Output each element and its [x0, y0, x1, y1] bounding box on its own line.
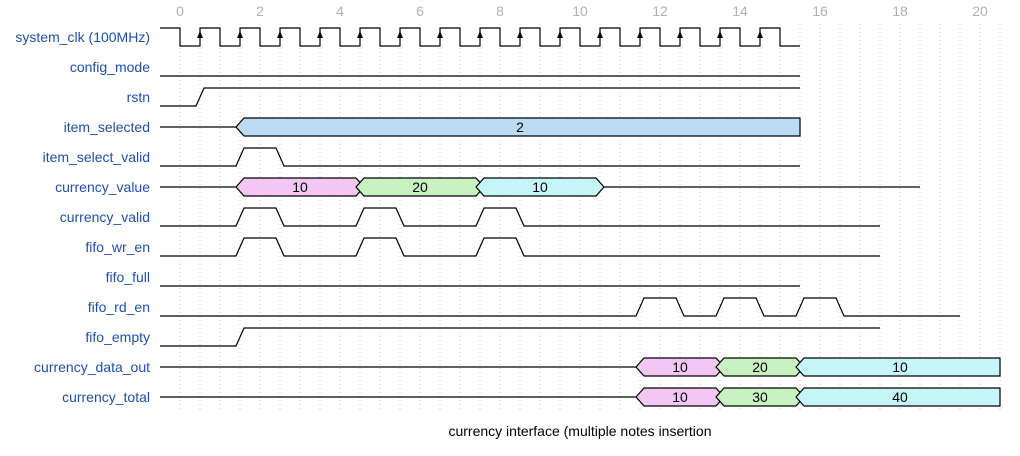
signal-label: item_select_valid — [43, 149, 150, 165]
rising-edge-arrow — [717, 31, 723, 38]
rising-edge-arrow — [437, 31, 443, 38]
time-tick-label: 16 — [812, 3, 828, 19]
bus-value-label: 10 — [672, 389, 688, 405]
signal-label: system_clk (100MHz) — [15, 29, 150, 45]
diagram-caption: currency interface (multiple notes inser… — [448, 423, 711, 439]
rising-edge-arrow — [277, 31, 283, 38]
rising-edge-arrow — [197, 31, 203, 38]
signal-row: 10 20 10 — [160, 177, 920, 197]
time-tick-label: 0 — [176, 3, 184, 19]
bus-value-label: 10 — [892, 359, 908, 375]
time-tick-label: 2 — [256, 3, 264, 19]
bit-waveform — [160, 207, 880, 227]
timing-diagram: 0 2 4 6 8 10 12 14 16 18 20 system_clk (100MHz) con… — [15, 3, 1001, 439]
bus-value-label: 20 — [412, 179, 428, 195]
rising-edge-arrow — [757, 31, 763, 38]
rising-edge-arrow — [517, 31, 523, 38]
time-grid — [179, 24, 1001, 410]
time-tick-label: 10 — [572, 3, 588, 19]
time-tick-label: 18 — [892, 3, 908, 19]
rising-edge-arrow — [477, 31, 483, 38]
time-tick-label: 8 — [496, 3, 504, 19]
signal-label: fifo_empty — [85, 329, 150, 345]
bus-value-label: 2 — [516, 119, 524, 135]
time-tick-label: 6 — [416, 3, 424, 19]
rising-edge-arrow — [557, 31, 563, 38]
bus-value-label: 10 — [292, 179, 308, 195]
signal-label: rstn — [127, 89, 150, 105]
signal-row — [160, 27, 800, 47]
rising-edge-arrow — [357, 31, 363, 38]
bus-value-label: 10 — [672, 359, 688, 375]
signal-label: fifo_rd_en — [88, 299, 150, 315]
rising-edge-arrow — [237, 31, 243, 38]
time-tick-label: 12 — [652, 3, 668, 19]
signal-label: currency_total — [62, 389, 150, 405]
time-axis: 0 2 4 6 8 10 12 14 16 18 20 — [176, 3, 988, 19]
bus-value-label: 40 — [892, 389, 908, 405]
signal-row — [160, 207, 880, 227]
signal-label: currency_value — [55, 179, 150, 195]
time-tick-label: 14 — [732, 3, 748, 19]
rising-edge-arrow — [597, 31, 603, 38]
signal-label: config_mode — [70, 59, 150, 75]
time-tick-label: 20 — [972, 3, 988, 19]
rising-edge-arrow — [397, 31, 403, 38]
signal-label: currency_data_out — [34, 359, 150, 375]
signal-label: fifo_full — [106, 269, 150, 285]
time-tick-label: 4 — [336, 3, 344, 19]
rising-edge-arrow — [317, 31, 323, 38]
signal-labels: system_clk (100MHz) config_moderstn item_s… — [15, 29, 150, 405]
bus-value-label: 20 — [752, 359, 768, 375]
signal-label: currency_valid — [60, 209, 150, 225]
signal-label: fifo_wr_en — [85, 239, 150, 255]
rising-edge-arrow — [677, 31, 683, 38]
bus-value-label: 10 — [532, 179, 548, 195]
signal-label: item_selected — [64, 119, 150, 135]
signal-row: 10 30 40 — [160, 387, 1001, 407]
bus-value-label: 30 — [752, 389, 768, 405]
signal-row: 2 — [160, 117, 801, 137]
rising-edge-arrow — [637, 31, 643, 38]
